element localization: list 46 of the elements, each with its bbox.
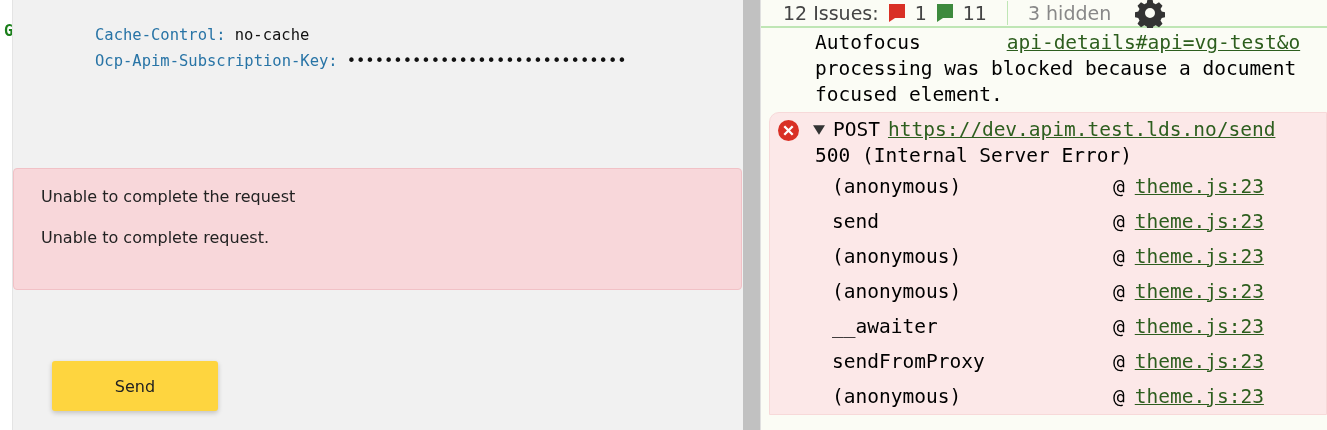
issues-label: 12 Issues:	[783, 2, 879, 24]
message-icon	[934, 3, 955, 23]
alert-title: Unable to complete the request	[41, 187, 296, 206]
status-text: 500 (Internal Server Error)	[815, 143, 1132, 169]
function-name: (anonymous)	[832, 243, 963, 270]
source-link[interactable]: theme.js:23	[1134, 208, 1264, 235]
function-name: __awaiter	[832, 313, 939, 340]
at-sign: @	[1113, 243, 1125, 270]
function-name: sendFromProxy	[832, 348, 986, 375]
at-sign: @	[1113, 208, 1125, 235]
message-text: focused element.	[815, 82, 1003, 108]
header-name: Ocp-Apim-Subscription-Key:	[95, 52, 338, 70]
at-sign: @	[1113, 313, 1125, 340]
scrollbar[interactable]	[743, 0, 760, 430]
function-name: (anonymous)	[832, 278, 963, 305]
header-name: Cache-Control:	[95, 26, 226, 44]
settings-icon[interactable]	[1135, 0, 1166, 28]
error-icon	[778, 119, 799, 141]
at-sign: @	[1113, 173, 1125, 200]
expand-triangle-icon[interactable]	[813, 124, 825, 136]
alert-message: Unable to complete request.	[41, 228, 270, 247]
source-link[interactable]: theme.js:23	[1134, 278, 1264, 305]
source-link[interactable]: theme.js:23	[1134, 348, 1264, 375]
edge-letter: G	[4, 22, 12, 40]
function-name: send	[832, 208, 880, 235]
hidden-count[interactable]: 3 hidden	[1027, 2, 1112, 24]
source-link[interactable]: theme.js:23	[1134, 313, 1264, 340]
info-count: 11	[962, 2, 987, 24]
send-button[interactable]: Send	[52, 361, 218, 411]
error-count: 1	[914, 2, 927, 24]
source-link[interactable]: theme.js:23	[1134, 243, 1264, 270]
function-name: (anonymous)	[832, 173, 963, 200]
message-text: processing was blocked because a document	[815, 56, 1297, 82]
header-value: ••••••••••••••••••••••••••••••	[346, 52, 627, 70]
request-link[interactable]: https://dev.apim.test.lds.no/send	[887, 117, 1276, 143]
source-link[interactable]: theme.js:23	[1134, 383, 1264, 410]
at-sign: @	[1113, 278, 1125, 305]
at-sign: @	[1113, 383, 1125, 410]
function-name: (anonymous)	[832, 383, 963, 410]
source-link[interactable]: theme.js:23	[1134, 173, 1264, 200]
message-text: Autofocus	[815, 30, 921, 56]
source-link[interactable]: api-details#api=vg-test&o	[1006, 30, 1301, 56]
header-value: no-cache	[234, 26, 310, 44]
request-method: POST	[833, 117, 880, 143]
error-flag-icon	[886, 3, 907, 23]
at-sign: @	[1113, 348, 1125, 375]
